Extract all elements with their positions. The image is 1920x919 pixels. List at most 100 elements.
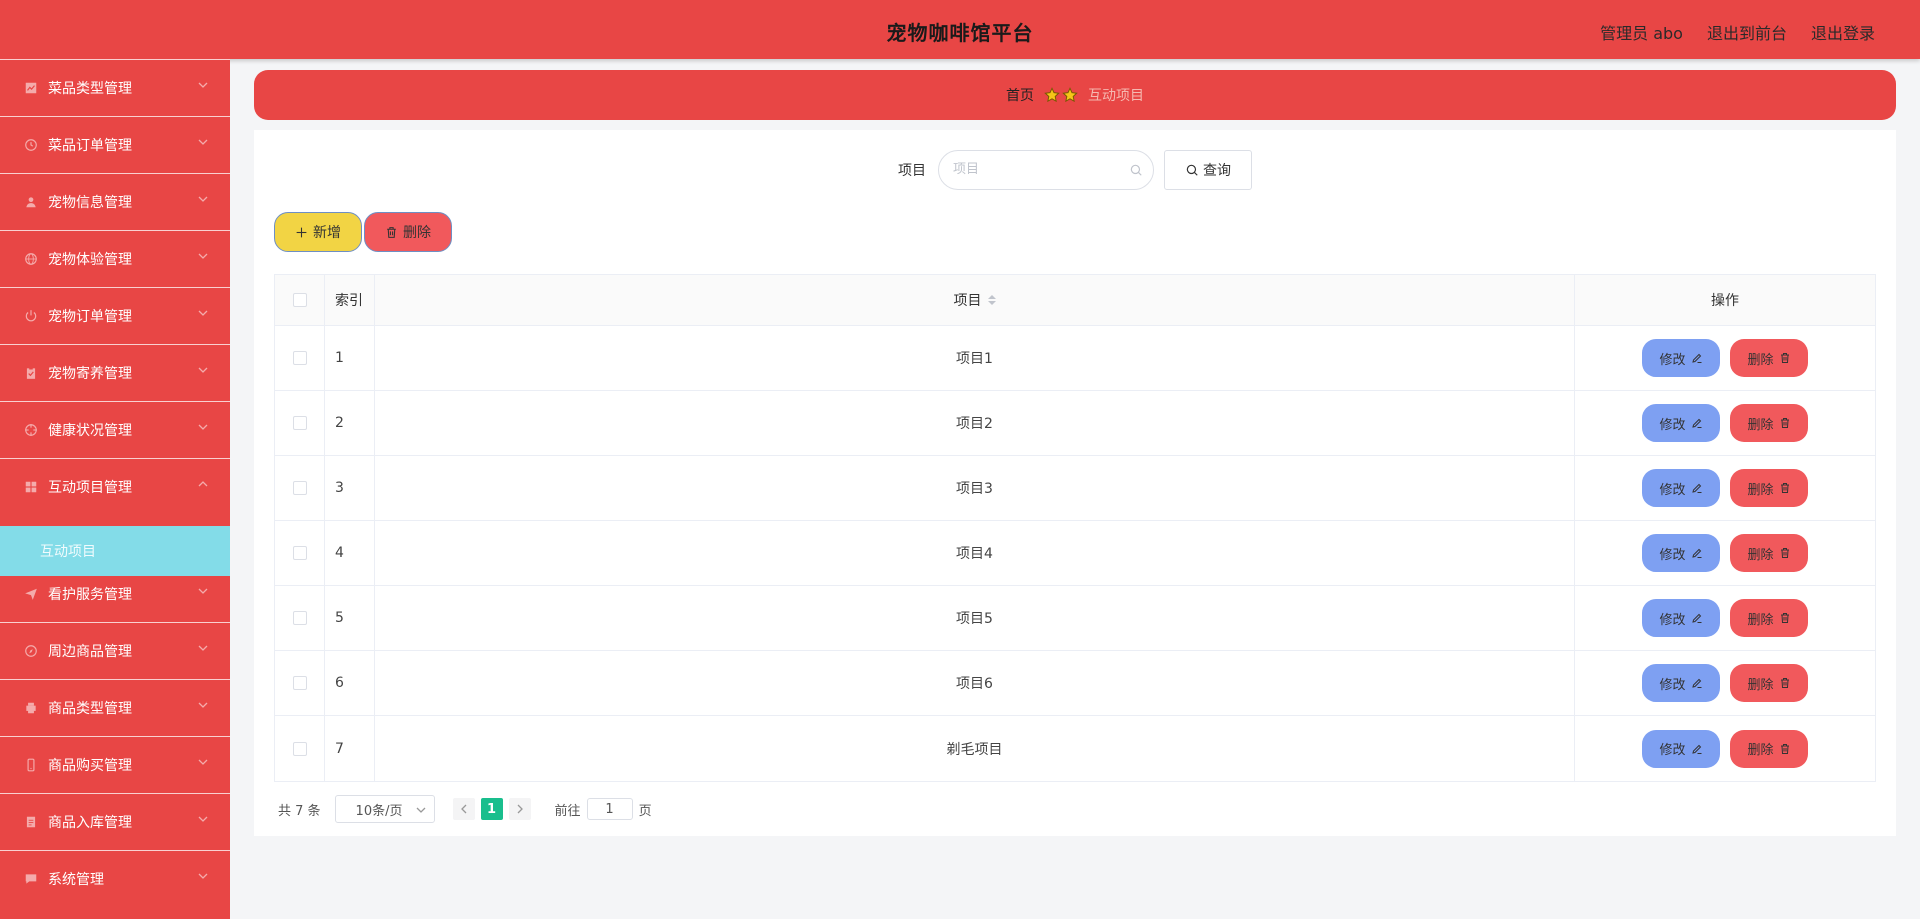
back-to-front-link[interactable]: 退出到前台 — [1707, 20, 1787, 44]
search-input[interactable] — [953, 162, 1123, 177]
chevron-down-icon — [198, 759, 208, 765]
edit-button-label: 修改 — [1659, 743, 1686, 758]
delete-button[interactable]: 删除 — [1730, 664, 1808, 702]
add-button[interactable]: 新增 — [274, 212, 362, 252]
row-checkbox[interactable] — [292, 481, 307, 495]
header-actions: 管理员 abo 退出到前台 退出登录 — [1600, 20, 1875, 44]
row-checkbox[interactable] — [292, 546, 307, 560]
pagination-total: 共 7 条 — [278, 803, 321, 819]
delete-button[interactable]: 删除 — [1730, 534, 1808, 572]
delete-button[interactable]: 删除 — [1730, 469, 1808, 507]
edit-button[interactable]: 修改 — [1642, 404, 1720, 442]
sidebar-item-13[interactable]: 商品入库管理 — [0, 793, 230, 849]
phone-icon — [24, 758, 38, 772]
delete-button-label: 删除 — [1747, 352, 1774, 368]
chevron-down-icon — [198, 139, 208, 145]
trash-icon — [1780, 418, 1789, 428]
page-number-current[interactable]: 1 — [480, 798, 503, 820]
search-bar: 项目 查询 — [254, 150, 1896, 190]
edit-button-label: 修改 — [1659, 352, 1686, 368]
sidebar-item-2[interactable]: 菜品订单管理 — [0, 116, 230, 172]
query-button[interactable]: 查询 — [1164, 150, 1252, 190]
goto-page-input[interactable]: 1 — [586, 798, 633, 820]
logout-link[interactable]: 退出登录 — [1811, 20, 1875, 44]
sidebar-item-label: 商品类型管理 — [48, 700, 132, 717]
sidebar-item-5[interactable]: 宠物订单管理 — [0, 287, 230, 343]
row-checkbox[interactable] — [292, 741, 307, 756]
edit-button[interactable]: 修改 — [1642, 664, 1720, 702]
sidebar-item-10[interactable]: 周边商品管理 — [0, 622, 230, 678]
search-field[interactable] — [938, 150, 1154, 190]
breadcrumb-separator — [1044, 87, 1078, 103]
sidebar-item-12[interactable]: 商品购买管理 — [0, 736, 230, 792]
row-checkbox[interactable] — [292, 416, 307, 430]
row-operations: 修改 删除 — [1575, 326, 1875, 390]
row-checkbox-cell — [275, 716, 325, 781]
sidebar-item-11[interactable]: 商品类型管理 — [0, 679, 230, 735]
row-checkbox[interactable] — [292, 611, 307, 625]
bulk-actions: 新增 删除 — [274, 212, 452, 252]
pencil-icon — [1691, 353, 1701, 363]
pencil-icon — [1691, 548, 1701, 558]
delete-button[interactable]: 删除 — [1730, 729, 1808, 768]
row-index: 3 — [325, 456, 375, 520]
table-row: 1 项目1 修改 删除 — [275, 326, 1875, 391]
chevron-down-icon — [198, 367, 208, 373]
chat-icon — [24, 872, 38, 886]
bulk-delete-button[interactable]: 删除 — [364, 212, 452, 252]
chevron-down-icon — [416, 807, 426, 813]
trash-icon — [1780, 613, 1789, 623]
edit-button[interactable]: 修改 — [1642, 534, 1720, 572]
row-operations: 修改 删除 — [1575, 716, 1875, 781]
sidebar-item-4[interactable]: 宠物体验管理 — [0, 230, 230, 286]
sort-icon[interactable] — [987, 295, 996, 305]
star-icon — [1044, 87, 1060, 103]
delete-button[interactable]: 删除 — [1730, 404, 1808, 442]
trash-icon — [1780, 678, 1789, 688]
breadcrumb-home[interactable]: 首页 — [1006, 85, 1034, 105]
edit-button-label: 修改 — [1659, 612, 1686, 628]
column-header-item-label: 项目 — [953, 293, 982, 309]
sidebar-item-label: 周边商品管理 — [48, 643, 132, 660]
star-icon — [1062, 87, 1078, 103]
chevron-down-icon — [198, 588, 208, 594]
admin-user-label[interactable]: 管理员 abo — [1600, 20, 1683, 44]
chevron-down-icon — [198, 645, 208, 651]
sidebar-item-3[interactable]: 宠物信息管理 — [0, 173, 230, 229]
edit-button[interactable]: 修改 — [1642, 729, 1720, 768]
row-checkbox[interactable] — [292, 351, 307, 365]
prev-page-button[interactable] — [452, 798, 475, 820]
clock-icon — [24, 138, 38, 152]
edit-button[interactable]: 修改 — [1642, 599, 1720, 637]
sidebar-item-8[interactable]: 互动项目管理 — [0, 458, 230, 514]
edit-button[interactable]: 修改 — [1642, 469, 1720, 507]
row-checkbox-cell — [275, 586, 325, 650]
row-index: 6 — [325, 651, 375, 715]
table-body: 1 项目1 修改 删除 2 项目2 修改 删除 3 项目3 修改 删除 4 项目4 修改 删除 5 项目5 修改 删除… — [275, 326, 1875, 781]
page-size-select[interactable]: 10条/页 — [334, 795, 435, 823]
sidebar-item-6[interactable]: 宠物寄养管理 — [0, 344, 230, 400]
sidebar-item-7[interactable]: 健康状况管理 — [0, 401, 230, 457]
sidebar: 菜品类型管理菜品订单管理 宠物信息管理 宠物体验管理宠物订单管理宠物寄养管理 健康状况… — [0, 59, 230, 919]
sidebar-item-1[interactable]: 菜品类型管理 — [0, 59, 230, 115]
delete-button-label: 删除 — [1747, 612, 1774, 628]
chevron-down-icon — [198, 82, 208, 88]
delete-button[interactable]: 删除 — [1730, 339, 1808, 377]
row-checkbox-cell — [275, 651, 325, 715]
delete-button-label: 删除 — [1747, 482, 1774, 498]
column-header-item[interactable]: 项目 — [375, 275, 1575, 325]
compass-icon — [24, 644, 38, 658]
chevron-down-icon — [198, 816, 208, 822]
add-button-label: 新增 — [313, 225, 341, 241]
chevron-down-icon — [198, 196, 208, 202]
edit-button[interactable]: 修改 — [1642, 339, 1720, 377]
sidebar-item-14[interactable]: 系统管理 — [0, 850, 230, 906]
delete-button[interactable]: 删除 — [1730, 599, 1808, 637]
row-checkbox[interactable] — [292, 676, 307, 690]
sidebar-subitem-interactive-projects[interactable]: 互动项目 — [0, 526, 230, 576]
row-checkbox-cell — [275, 326, 325, 390]
sidebar-item-label: 菜品类型管理 — [48, 80, 132, 97]
next-page-button[interactable] — [508, 798, 531, 820]
sidebar-item-label: 宠物订单管理 — [48, 308, 132, 325]
select-all-checkbox[interactable] — [292, 293, 307, 307]
